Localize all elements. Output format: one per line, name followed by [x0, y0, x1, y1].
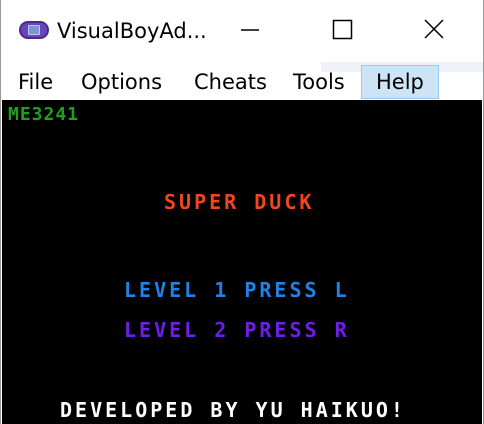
emulator-window: Window Sn VisualBoyAd... — [0, 0, 484, 424]
maximize-button[interactable] — [319, 0, 365, 62]
close-icon — [424, 19, 444, 39]
menu-cheats[interactable]: Cheats — [194, 66, 267, 98]
close-button[interactable] — [411, 0, 457, 62]
developer-credits: DEVELOPED BY YU HAIKUO! — [60, 398, 406, 422]
minimize-icon — [241, 29, 259, 31]
menu-tools[interactable]: Tools — [293, 66, 345, 98]
maximize-icon — [332, 19, 353, 40]
menu-file[interactable]: File — [18, 66, 53, 98]
gameboy-advance-icon — [18, 19, 50, 41]
menu-bar: File Options Cheats Tools Help — [1, 62, 483, 100]
level-1-prompt: LEVEL 1 PRESS L — [124, 278, 350, 302]
window-title: VisualBoyAd... — [57, 19, 207, 43]
minimize-button[interactable] — [227, 0, 273, 62]
menu-help[interactable]: Help — [361, 65, 439, 99]
menu-options[interactable]: Options — [81, 66, 162, 98]
rom-code-label: ME3241 — [8, 104, 80, 125]
title-bar[interactable]: VisualBoyAd... — [1, 0, 483, 62]
level-2-prompt: LEVEL 2 PRESS R — [124, 318, 350, 342]
game-screen[interactable]: ME3241 SUPER DUCK LEVEL 1 PRESS L LEVEL … — [2, 100, 482, 424]
game-title: SUPER DUCK — [164, 190, 315, 214]
